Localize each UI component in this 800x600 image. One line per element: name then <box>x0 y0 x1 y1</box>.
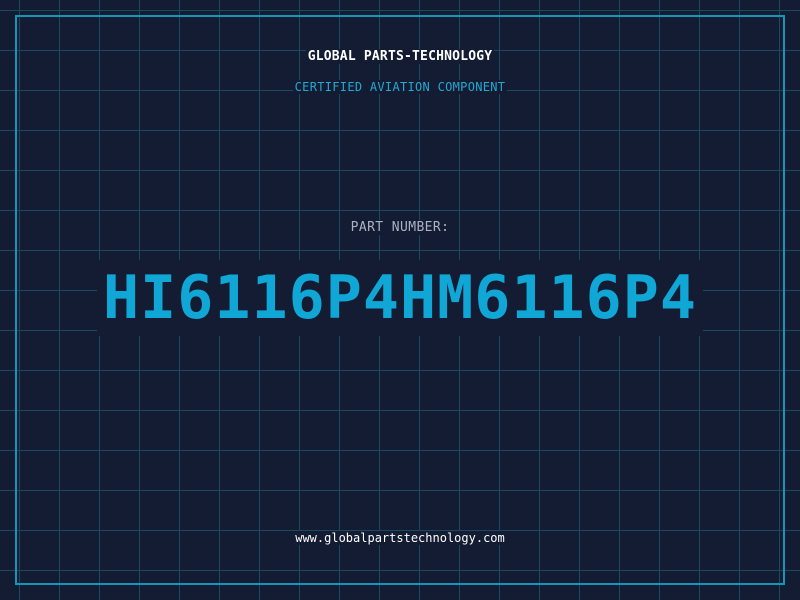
website-row: www.globalpartstechnology.com <box>0 531 800 545</box>
label-canvas: GLOBAL PARTS-TECHNOLOGY CERTIFIED AVIATI… <box>0 0 800 600</box>
part-number-value: HI6116P4HM6116P4 <box>97 260 703 336</box>
tagline-row: CERTIFIED AVIATION COMPONENT <box>0 80 800 94</box>
company-name-row: GLOBAL PARTS-TECHNOLOGY <box>0 49 800 64</box>
company-name: GLOBAL PARTS-TECHNOLOGY <box>305 49 495 64</box>
website-url: www.globalpartstechnology.com <box>293 531 507 545</box>
certification-tagline: CERTIFIED AVIATION COMPONENT <box>292 80 508 94</box>
part-number-row: HI6116P4HM6116P4 <box>0 258 800 338</box>
part-number-label-row: PART NUMBER: <box>0 220 800 235</box>
part-number-label: PART NUMBER: <box>348 220 452 235</box>
